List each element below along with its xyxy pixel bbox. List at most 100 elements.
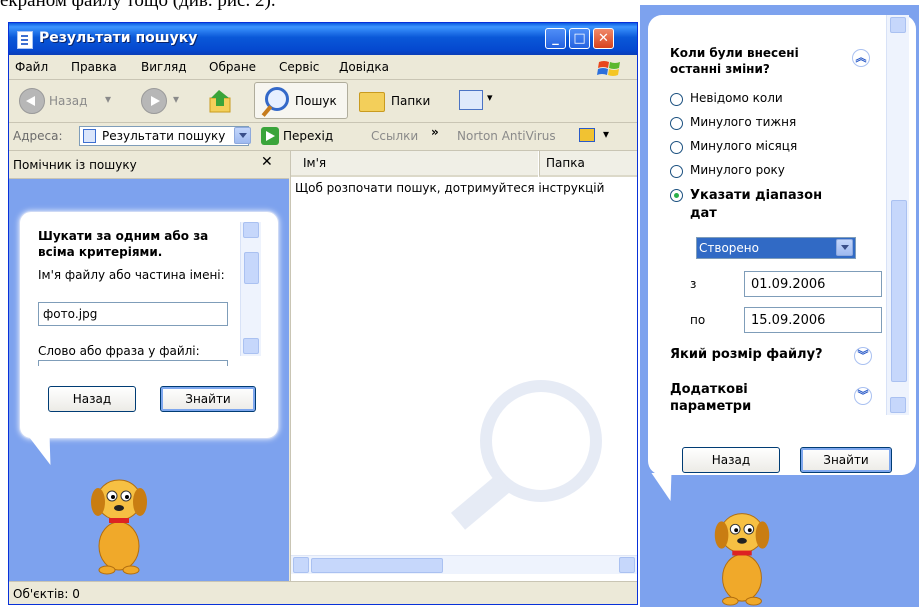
folders-label[interactable]: Папки — [391, 94, 430, 108]
up-folder-icon[interactable] — [207, 86, 237, 116]
pane-scroll-up-icon[interactable] — [890, 17, 906, 33]
minimize-icon: _ — [552, 31, 559, 46]
search-button[interactable]: Пошук — [254, 82, 348, 119]
scroll-left-icon[interactable] — [293, 557, 309, 573]
scroll-thumb[interactable] — [244, 252, 259, 284]
windows-logo-icon — [597, 61, 620, 76]
find-button-2[interactable]: Знайти — [800, 447, 892, 473]
search-companion-header: Помічник із пошуку ✕ — [9, 151, 289, 179]
back-button-2[interactable]: Назад — [682, 447, 780, 473]
dog-assistant-icon[interactable] — [79, 466, 159, 576]
menu-file[interactable]: Файл — [15, 60, 48, 74]
pane-scrollbar[interactable] — [886, 15, 909, 415]
menu-help[interactable]: Довідка — [339, 60, 389, 74]
pane-scroll-thumb[interactable] — [891, 200, 907, 382]
horizontal-scrollbar[interactable] — [291, 555, 637, 574]
extra-params-heading[interactable]: Додаткові параметри — [670, 381, 820, 415]
phrase-input[interactable] — [38, 360, 228, 366]
option-date-range[interactable]: Указати діапазон дат — [690, 187, 840, 223]
file-size-heading[interactable]: Який розмір файлу? — [670, 347, 823, 362]
views-icon[interactable] — [459, 90, 483, 110]
menu-favorites[interactable]: Обране — [209, 60, 256, 74]
address-field[interactable]: Результати пошуку — [79, 126, 249, 146]
radio-date-range[interactable] — [670, 189, 683, 202]
option-last-year[interactable]: Минулого року — [690, 163, 785, 177]
maximize-icon: □ — [573, 31, 586, 46]
dog-assistant-icon-2[interactable] — [702, 500, 782, 607]
address-label: Адреса: — [13, 129, 63, 143]
go-button[interactable]: Перехід — [283, 129, 333, 143]
address-value: Результати пошуку — [102, 129, 226, 143]
filename-input[interactable] — [38, 302, 228, 326]
status-text: Об'єктів: 0 — [13, 587, 80, 601]
column-name[interactable]: Ім'я — [291, 151, 538, 177]
norton-label[interactable]: Norton AntiVirus — [457, 129, 556, 143]
assistant-bubble: Шукати за одним або за всіма критеріями.… — [19, 211, 279, 439]
standard-toolbar: Назад ▾ ▾ Пошук Папки ▾ — [9, 80, 637, 123]
menu-edit[interactable]: Правка — [71, 60, 117, 74]
option-last-month[interactable]: Минулого місяця — [690, 139, 797, 153]
search-icon-handle — [261, 105, 273, 117]
watermark-search-icon — [450, 380, 602, 530]
views-dropdown-icon[interactable]: ▾ — [487, 91, 493, 104]
results-message: Щоб розпочати пошук, дотримуйтеся інстру… — [295, 181, 605, 195]
to-label: по — [690, 313, 706, 327]
menu-bar: Файл Правка Вигляд Обране Сервіс Довідка — [9, 55, 637, 80]
address-bar: Адреса: Результати пошуку Перехід Ссылки… — [9, 123, 637, 151]
address-dropdown-button[interactable] — [234, 127, 251, 144]
search-results-icon — [83, 129, 96, 143]
date-type-value: Створено — [699, 241, 759, 255]
window-title: Результати пошуку — [39, 30, 198, 46]
radio-last-month[interactable] — [670, 141, 683, 154]
column-folder-label: Папка — [546, 156, 585, 170]
find-button[interactable]: Знайти — [160, 386, 256, 412]
column-name-label: Ім'я — [303, 156, 327, 170]
back-arrow-icon[interactable] — [19, 88, 45, 114]
option-unknown[interactable]: Невідомо коли — [690, 91, 783, 105]
norton-icon[interactable] — [579, 128, 595, 142]
scroll-right-icon[interactable] — [619, 557, 635, 573]
close-pane-icon[interactable]: ✕ — [261, 154, 273, 170]
pane-scroll-down-icon[interactable] — [890, 397, 906, 413]
close-icon: ✕ — [598, 31, 609, 46]
scroll-down-icon[interactable] — [243, 338, 259, 354]
menu-view[interactable]: Вигляд — [141, 60, 187, 74]
search-results-window: Результати пошуку _ □ ✕ Файл Правка Вигл… — [8, 22, 638, 605]
back-label[interactable]: Назад — [49, 94, 87, 108]
status-bar: Об'єктів: 0 — [9, 581, 637, 604]
menu-tools[interactable]: Сервіс — [279, 60, 319, 74]
search-assistant-date-pane: Коли були внесені останні зміни? ︽ Невід… — [640, 5, 919, 607]
collapse-chevron-icon[interactable]: ︽ — [852, 49, 870, 67]
radio-last-year[interactable] — [670, 165, 683, 178]
folder-icon[interactable] — [359, 92, 385, 112]
to-date-input[interactable] — [744, 307, 882, 333]
norton-dropdown-icon[interactable]: ▾ — [603, 127, 609, 141]
column-folder[interactable]: Папка — [539, 151, 637, 177]
bubble-scrollbar[interactable] — [240, 222, 261, 356]
minimize-button[interactable]: _ — [545, 28, 566, 49]
expand-size-chevron-icon[interactable]: ︾ — [854, 347, 872, 365]
go-arrow-icon[interactable] — [261, 127, 279, 145]
option-last-week[interactable]: Минулого тижня — [690, 115, 796, 129]
horizontal-scroll-thumb[interactable] — [311, 558, 443, 573]
back-button[interactable]: Назад — [48, 386, 136, 412]
title-bar[interactable]: Результати пошуку _ □ ✕ — [9, 23, 637, 55]
back-dropdown-icon[interactable]: ▾ — [105, 92, 111, 106]
forward-dropdown-icon[interactable]: ▾ — [173, 92, 179, 106]
search-heading: Шукати за одним або за всіма критеріями. — [38, 229, 209, 259]
date-type-select[interactable]: Створено — [696, 237, 856, 259]
forward-arrow-icon[interactable] — [141, 88, 167, 114]
radio-last-week[interactable] — [670, 117, 683, 130]
search-label: Пошук — [295, 94, 337, 108]
links-label[interactable]: Ссылки — [371, 129, 418, 143]
assistant-bubble-dates: Коли були внесені останні зміни? ︽ Невід… — [648, 15, 916, 475]
when-modified-heading: Коли були внесені останні зміни? — [670, 46, 799, 76]
radio-unknown[interactable] — [670, 93, 683, 106]
maximize-button[interactable]: □ — [569, 28, 590, 49]
scroll-up-icon[interactable] — [243, 222, 259, 238]
close-button[interactable]: ✕ — [593, 28, 614, 49]
expand-extra-chevron-icon[interactable]: ︾ — [854, 387, 872, 405]
chevron-more-icon[interactable]: » — [431, 125, 439, 139]
date-type-dropdown-icon[interactable] — [836, 239, 853, 256]
from-date-input[interactable] — [744, 271, 882, 297]
